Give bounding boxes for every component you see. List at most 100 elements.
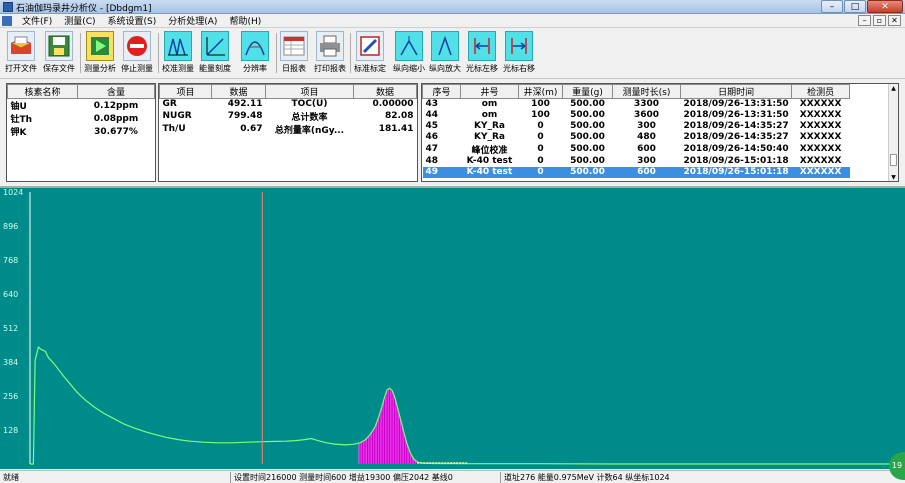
record-cell: XXXXXX	[791, 166, 850, 178]
record-cell: 3600	[633, 110, 660, 120]
spectrum-svg[interactable]: 1024 896 768 640 512 384 256 128	[0, 188, 905, 469]
records-header-no[interactable]: 序号	[422, 84, 461, 99]
nuclide-cell: 0.12ppm	[93, 100, 139, 111]
print-report-button[interactable]: 打印报表	[313, 31, 347, 77]
save-file-icon	[45, 31, 73, 61]
record-cell: om	[481, 110, 498, 120]
record-cell: 2018/09/26-15:01:18	[683, 156, 789, 166]
params-header-item1[interactable]: 项目	[159, 84, 212, 99]
cursor-left-button[interactable]: 光标左移	[465, 31, 499, 77]
records-header-well[interactable]: 井号	[460, 84, 519, 99]
record-cell: XXXXXX	[799, 121, 842, 131]
zoom-in-vertical-icon	[431, 31, 459, 61]
nuclide-cell: 30.677%	[94, 126, 138, 137]
maximize-button[interactable]: □	[844, 0, 866, 13]
nuclide-cell: 钾K	[10, 128, 27, 138]
params-cell: Th/U	[162, 124, 186, 134]
spectrum-chart[interactable]: 1024 896 768 640 512 384 256 128	[0, 186, 905, 469]
params-header-item2[interactable]: 项目	[265, 84, 354, 99]
spectrum-line	[30, 346, 892, 465]
nuclide-header-name[interactable]: 核素名称	[7, 84, 78, 99]
record-row[interactable]: 49 K-40 test 0 500.00 600 2018/09/26-15:01:18…	[422, 166, 850, 178]
scroll-down-icon[interactable]: ▼	[889, 173, 898, 181]
record-cell: 600	[612, 166, 681, 178]
record-cell: 48	[425, 156, 439, 166]
zoom-out-vertical-icon	[395, 31, 423, 61]
params-header-data2[interactable]: 数据	[353, 84, 417, 99]
record-cell: 2018/09/26-13:31:50	[683, 110, 789, 120]
zoom-in-vertical-button[interactable]: 纵向放大	[428, 31, 462, 77]
records-header-weight[interactable]: 重量(g)	[562, 84, 613, 99]
status-bar: 就绪 设置时间216000 测量时间600 增益19300 偏压2042 基线0…	[0, 470, 905, 483]
record-cell: 3300	[633, 99, 660, 110]
nuclide-row[interactable]: 铀U 0.12ppm	[8, 99, 155, 113]
nuclide-row[interactable]: 钾K 30.677%	[8, 125, 155, 139]
zoom-out-vertical-button[interactable]: 纵向缩小	[392, 31, 426, 77]
menu-analysis[interactable]: 分析处理(A)	[162, 14, 223, 27]
record-cell: 500.00	[570, 110, 605, 120]
record-cell: 600	[637, 144, 656, 154]
cursor-right-button[interactable]: 光标右移	[502, 31, 536, 77]
record-cell: 0	[518, 166, 563, 178]
records-header-operator[interactable]: 检测员	[791, 84, 850, 99]
params-row[interactable]: GR 492.11 TOC(U) 0.00000	[160, 99, 417, 110]
records-header-datetime[interactable]: 日期时间	[679, 84, 793, 99]
record-row[interactable]: 46 KY_Ra 0 500.00 480 2018/09/26-14:35:27 XXXX…	[423, 132, 850, 143]
child-restore-button[interactable]: ▫	[873, 15, 886, 26]
params-panel: 项目 数据 项目 数据 GR 492.11 TOC(U) 0.00000 NUGR 799…	[158, 83, 418, 182]
menu-settings[interactable]: 系统设置(S)	[102, 14, 163, 27]
params-row[interactable]: NUGR 799.48 总计数率 82.08	[160, 110, 417, 123]
record-row[interactable]: 43 om 100 500.00 3300 2018/09/26-13:31:50 XXXX…	[423, 99, 850, 110]
menu-bar: 文件(F) 测量(C) 系统设置(S) 分析处理(A) 帮助(H)	[0, 14, 905, 28]
open-file-button[interactable]: 打开文件	[4, 31, 38, 77]
record-row[interactable]: 45 KY_Ra 0 500.00 300 2018/09/26-14:35:27 XXXX…	[423, 121, 850, 132]
daily-report-icon	[280, 31, 308, 61]
standard-calibrate-button[interactable]: 标准标定	[353, 31, 387, 77]
scroll-thumb[interactable]	[890, 154, 897, 166]
daily-report-button[interactable]: 日报表	[279, 31, 309, 77]
nuclide-row[interactable]: 钍Th 0.08ppm	[8, 112, 155, 126]
y-tick-label: 384	[3, 358, 18, 367]
scroll-up-icon[interactable]: ▲	[889, 84, 898, 94]
menu-file[interactable]: 文件(F)	[16, 14, 58, 27]
status-ready: 就绪	[3, 473, 19, 482]
cursor-left-icon	[468, 31, 496, 61]
record-cell: 45	[425, 121, 439, 131]
y-tick-label: 640	[3, 290, 18, 299]
records-scrollbar[interactable]: ▲ ▼	[888, 84, 898, 181]
child-minimize-button[interactable]: –	[858, 15, 871, 26]
stop-measure-button[interactable]: 停止测量	[120, 31, 154, 77]
record-cell: XXXXXX	[799, 132, 842, 142]
params-cell: 0.00000	[372, 99, 414, 110]
energy-scale-button[interactable]: 能量刻度	[198, 31, 232, 77]
params-cell: 0.67	[240, 124, 263, 134]
records-header-depth[interactable]: 井深(m)	[518, 84, 563, 99]
menu-measure[interactable]: 测量(C)	[58, 14, 101, 27]
record-cell: 2018/09/26-14:35:27	[683, 132, 789, 142]
record-cell: 500.00	[570, 144, 605, 154]
params-header-data1[interactable]: 数据	[211, 84, 266, 99]
record-cell: 43	[425, 99, 439, 110]
child-close-button[interactable]: ✕	[888, 15, 901, 26]
record-cell: 0	[537, 132, 544, 142]
resolution-button[interactable]: 分辨率	[238, 31, 272, 77]
params-cell: 总计数率	[291, 112, 328, 123]
record-cell: 500.00	[570, 121, 605, 131]
minimize-button[interactable]: –	[821, 0, 843, 13]
close-button[interactable]: ✕	[867, 0, 903, 13]
status-cursor: 道址276 能量0.975MeV 计数64 纵坐标1024	[500, 472, 670, 483]
record-cell: 46	[425, 132, 439, 142]
records-header-duration[interactable]: 测量时长(s)	[612, 84, 681, 99]
menu-help[interactable]: 帮助(H)	[223, 14, 267, 27]
save-file-button[interactable]: 保存文件	[42, 31, 76, 77]
params-cell: 82.08	[385, 111, 414, 121]
record-cell: K-40 test	[460, 166, 519, 178]
records-panel: 序号 井号 井深(m) 重量(g) 测量时长(s) 日期时间 检测员 43 om 1…	[421, 83, 899, 182]
calibrate-measure-button[interactable]: 校准测量	[161, 31, 195, 77]
record-row[interactable]: 47 峰位校准 0 500.00 600 2018/09/26-14:50:40 XXXXX…	[423, 143, 850, 156]
nuclide-header-content[interactable]: 含量	[77, 84, 155, 99]
params-row[interactable]: Th/U 0.67 总剂量率(nGy... 181.41	[160, 123, 417, 136]
record-row[interactable]: 44 om 100 500.00 3600 2018/09/26-13:31:50 XXXX…	[423, 110, 850, 121]
record-row[interactable]: 48 K-40 test 0 500.00 300 2018/09/26-15:01:18…	[423, 156, 850, 167]
measure-analysis-button[interactable]: 测量分析	[83, 31, 117, 77]
